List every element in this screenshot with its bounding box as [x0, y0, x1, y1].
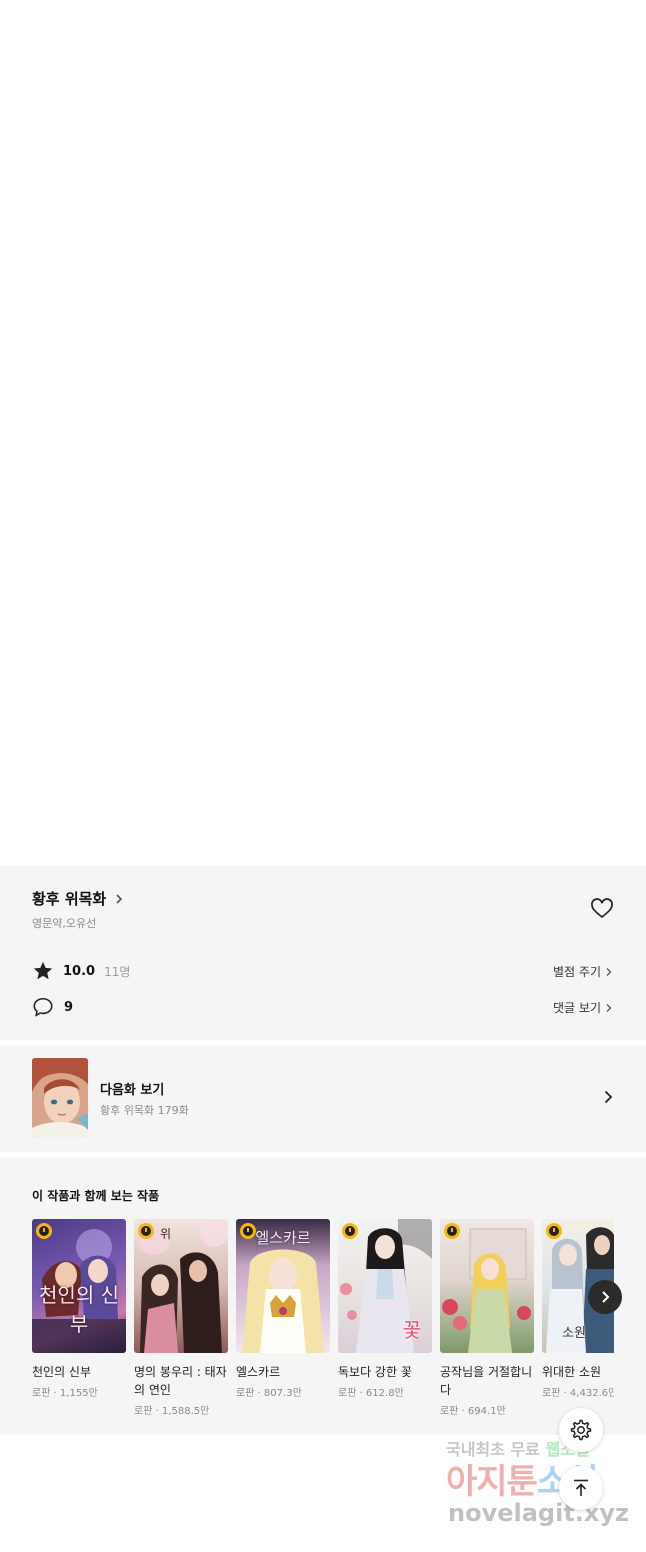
card-meta: 로판 · 694.1만 — [440, 1406, 506, 1417]
card-cover: 위 — [134, 1219, 228, 1353]
recommendation-card[interactable]: 꽃 독보다 강한 꽃 로판 · 612.8만 — [338, 1219, 432, 1417]
recommendations-heading: 이 작품과 함께 보는 작품 — [32, 1189, 160, 1203]
recommendations-section: 이 작품과 함께 보는 작품 천인의 신부 천인의 신부 로판 · 1,155만… — [0, 1157, 646, 1435]
episode-content-area — [0, 0, 646, 866]
cover-title-art: 꽃 — [402, 1318, 422, 1342]
recommendation-card[interactable]: 소원 위대한 소원 로판 · 4,432.6만 — [542, 1219, 614, 1417]
chevron-right-icon — [606, 1003, 612, 1012]
recommendation-card[interactable]: 천인의 신부 천인의 신부 로판 · 1,155만 — [32, 1219, 126, 1417]
next-episode-thumbnail — [32, 1058, 88, 1138]
next-episode-button[interactable]: 다음화 보기 황후 위목화 179화 — [0, 1045, 646, 1152]
rating-count: 11명 — [104, 964, 131, 979]
card-title: 위대한 소원 — [542, 1365, 602, 1379]
comment-bubble-icon — [33, 997, 53, 1017]
comment-count: 9 — [64, 999, 74, 1015]
card-title: 공작님을 거절합니다 — [440, 1365, 533, 1397]
gear-icon — [570, 1419, 592, 1441]
settings-button[interactable] — [559, 1408, 603, 1452]
cover-title-art: 엘스카르 — [255, 1229, 311, 1247]
wait-free-badge-icon — [546, 1223, 562, 1239]
card-cover: 천인의 신부 — [32, 1219, 126, 1353]
wait-free-badge-icon — [36, 1223, 52, 1239]
carousel-next-button[interactable] — [588, 1280, 622, 1314]
next-episode-subtitle: 황후 위목화 179화 — [100, 1104, 189, 1117]
cover-title-art: 천인의 신부 — [39, 1283, 119, 1336]
chevron-right-icon — [602, 1291, 610, 1303]
series-title-link[interactable]: 황후 위목화 — [32, 888, 126, 909]
watermark-line-3: novelagit.xyz — [448, 1499, 630, 1527]
cover-title-art: 위 — [160, 1227, 172, 1241]
recommendation-card[interactable]: 엘스카르 엘스카르 로판 · 807.3만 — [236, 1219, 330, 1417]
chevron-right-icon — [606, 967, 612, 976]
wait-free-badge-icon — [342, 1223, 358, 1239]
wait-free-badge-icon — [444, 1223, 460, 1239]
rating-value: 10.0 — [63, 963, 96, 979]
arrow-up-icon — [574, 1479, 588, 1496]
rate-button-label: 별점 주기 — [553, 965, 601, 979]
view-comments-button[interactable]: 댓글 보기 — [553, 999, 614, 1016]
recommendation-card[interactable]: 공작님을 거절합니다 로판 · 694.1만 — [440, 1219, 534, 1417]
star-icon — [33, 961, 53, 980]
favorite-heart-icon[interactable] — [590, 897, 614, 921]
scroll-to-top-button[interactable] — [559, 1466, 603, 1510]
cover-title-art: 소원 — [562, 1326, 586, 1341]
card-title: 명의 봉우리 : 태자의 연인 — [134, 1365, 227, 1397]
series-authors: 영문약,오유선 — [32, 917, 97, 930]
recommendation-card[interactable]: 위 명의 봉우리 : 태자의 연인 로판 · 1,588.5만 — [134, 1219, 228, 1417]
chevron-right-icon — [116, 893, 123, 904]
card-cover: 엘스카르 — [236, 1219, 330, 1353]
card-title: 엘스카르 — [236, 1365, 281, 1379]
episode-info-panel: 황후 위목화 영문약,오유선 10.0 11명 별점 주기 9 댓글 보기 — [0, 866, 646, 1040]
series-title: 황후 위목화 — [32, 890, 107, 908]
view-comments-label: 댓글 보기 — [553, 1001, 601, 1015]
recommendations-carousel[interactable]: 천인의 신부 천인의 신부 로판 · 1,155만 위 명의 봉우리: 태자의… — [32, 1219, 614, 1429]
rate-button[interactable]: 별점 주기 — [553, 963, 614, 980]
chevron-right-icon — [604, 1090, 613, 1104]
wait-free-badge-icon — [138, 1223, 154, 1239]
card-cover — [440, 1219, 534, 1353]
next-episode-label: 다음화 보기 — [100, 1083, 165, 1098]
card-cover: 꽃 — [338, 1219, 432, 1353]
card-meta: 로판 · 807.3만 — [236, 1388, 302, 1399]
card-meta: 로판 · 612.8만 — [338, 1388, 404, 1399]
card-meta: 로판 · 1,588.5만 — [134, 1406, 210, 1417]
viewer-page: 황후 위목화 영문약,오유선 10.0 11명 별점 주기 9 댓글 보기 다음… — [0, 0, 646, 1552]
rating-row: 10.0 11명 — [32, 960, 130, 982]
card-meta: 로판 · 1,155만 — [32, 1388, 98, 1399]
card-title: 독보다 강한 꽃 — [338, 1365, 412, 1379]
comment-row: 9 — [32, 996, 73, 1018]
card-meta: 로판 · 4,432.6만 — [542, 1388, 614, 1399]
card-title: 천인의 신부 — [32, 1365, 92, 1379]
